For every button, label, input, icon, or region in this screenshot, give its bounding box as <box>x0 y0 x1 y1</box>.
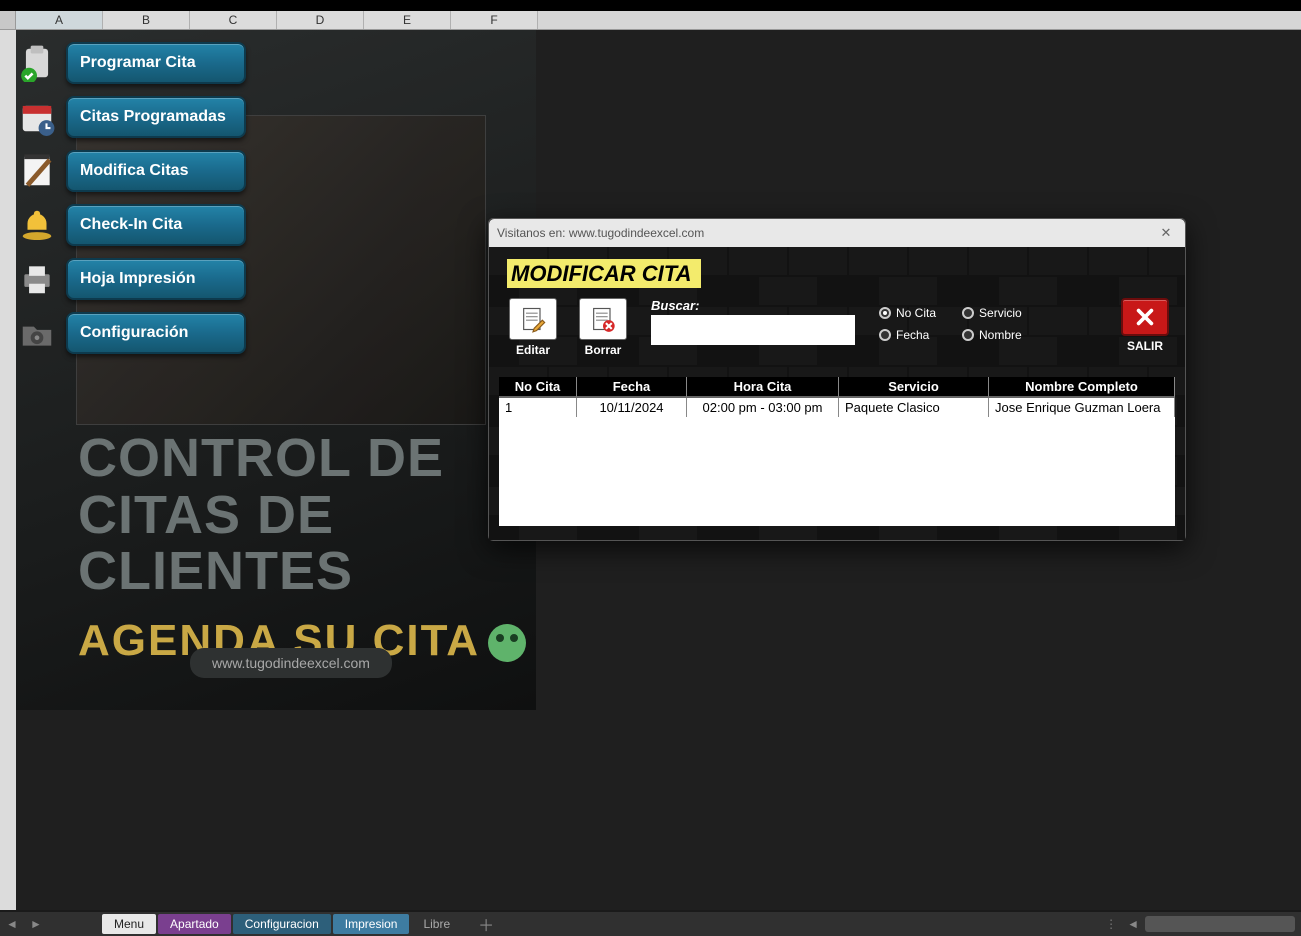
salir-label: SALIR <box>1121 339 1169 353</box>
horizontal-scrollbar[interactable] <box>1145 916 1295 932</box>
tab-divider-icon: ⋮ <box>1105 917 1117 931</box>
editar-label: Editar <box>505 343 561 357</box>
th-servicio[interactable]: Servicio <box>839 377 989 398</box>
notepad-icon <box>16 150 58 192</box>
row-headers <box>0 30 16 910</box>
editar-button[interactable] <box>509 298 557 340</box>
dialog-titlebar-text: Visitanos en: www.tugodindeexcel.com <box>497 226 704 240</box>
calendar-icon <box>16 96 58 138</box>
printer-icon <box>16 258 58 300</box>
bell-icon <box>16 204 58 246</box>
add-sheet-icon[interactable]: ＋ <box>478 912 494 936</box>
th-hora[interactable]: Hora Cita <box>687 377 839 398</box>
radio-nombre[interactable]: Nombre <box>962 328 1022 342</box>
tab-impresion[interactable]: Impresion <box>333 914 410 934</box>
radio-fecha[interactable]: Fecha <box>879 328 936 342</box>
tab-nav-next-icon[interactable]: ► <box>24 917 48 931</box>
select-all-corner[interactable] <box>0 11 16 29</box>
banner-line2: CITAS DE CLIENTES <box>78 487 536 600</box>
tab-libre[interactable]: Libre <box>411 914 462 934</box>
radio-icon <box>962 307 974 319</box>
col-header[interactable]: C <box>190 11 277 29</box>
tab-configuracion[interactable]: Configuracion <box>233 914 331 934</box>
th-nombre[interactable]: Nombre Completo <box>989 377 1175 398</box>
search-input[interactable] <box>651 315 855 345</box>
tab-apartado[interactable]: Apartado <box>158 914 231 934</box>
col-header[interactable]: F <box>451 11 538 29</box>
radio-icon <box>962 329 974 341</box>
radio-servicio[interactable]: Servicio <box>962 306 1022 320</box>
column-headers: A B C D E F <box>0 11 1301 30</box>
col-header[interactable]: E <box>364 11 451 29</box>
th-fecha[interactable]: Fecha <box>577 377 687 398</box>
buscar-label: Buscar: <box>651 298 855 313</box>
modificar-cita-dialog: Visitanos en: www.tugodindeexcel.com ✕ M… <box>488 218 1186 541</box>
salir-button[interactable] <box>1121 298 1169 336</box>
sheet-tabs: ◄ ► Menu Apartado Configuracion Impresio… <box>0 912 1301 936</box>
banner-line1: CONTROL DE <box>78 430 536 487</box>
app-top-strip <box>0 0 1301 11</box>
configuracion-button[interactable]: Configuración <box>66 312 246 354</box>
col-header[interactable]: B <box>103 11 190 29</box>
borrar-button[interactable] <box>579 298 627 340</box>
appointments-table: No Cita Fecha Hora Cita Servicio Nombre … <box>499 377 1175 526</box>
gear-folder-icon <box>16 312 58 354</box>
clipboard-check-icon <box>16 42 58 84</box>
close-icon[interactable]: ✕ <box>1155 224 1177 242</box>
banner-url: www.tugodindeexcel.com <box>190 648 392 678</box>
tab-menu[interactable]: Menu <box>102 914 156 934</box>
dialog-titlebar[interactable]: Visitanos en: www.tugodindeexcel.com ✕ <box>489 219 1185 247</box>
face-icon <box>488 624 526 662</box>
col-header[interactable]: D <box>277 11 364 29</box>
checkin-cita-button[interactable]: Check-In Cita <box>66 204 246 246</box>
hoja-impresion-button[interactable]: Hoja Impresión <box>66 258 246 300</box>
programar-cita-button[interactable]: Programar Cita <box>66 42 246 84</box>
radio-icon <box>879 307 891 319</box>
radio-no-cita[interactable]: No Cita <box>879 306 936 320</box>
borrar-label: Borrar <box>575 343 631 357</box>
radio-icon <box>879 329 891 341</box>
citas-programadas-button[interactable]: Citas Programadas <box>66 96 246 138</box>
modifica-citas-button[interactable]: Modifica Citas <box>66 150 246 192</box>
dialog-heading: MODIFICAR CITA <box>507 259 701 288</box>
col-header[interactable]: A <box>16 11 103 29</box>
th-no-cita[interactable]: No Cita <box>499 377 577 398</box>
tab-scroll-left-icon[interactable]: ◄ <box>1127 917 1139 931</box>
tab-nav-prev-icon[interactable]: ◄ <box>0 917 24 931</box>
table-row[interactable]: 1 10/11/2024 02:00 pm - 03:00 pm Paquete… <box>499 398 1175 417</box>
